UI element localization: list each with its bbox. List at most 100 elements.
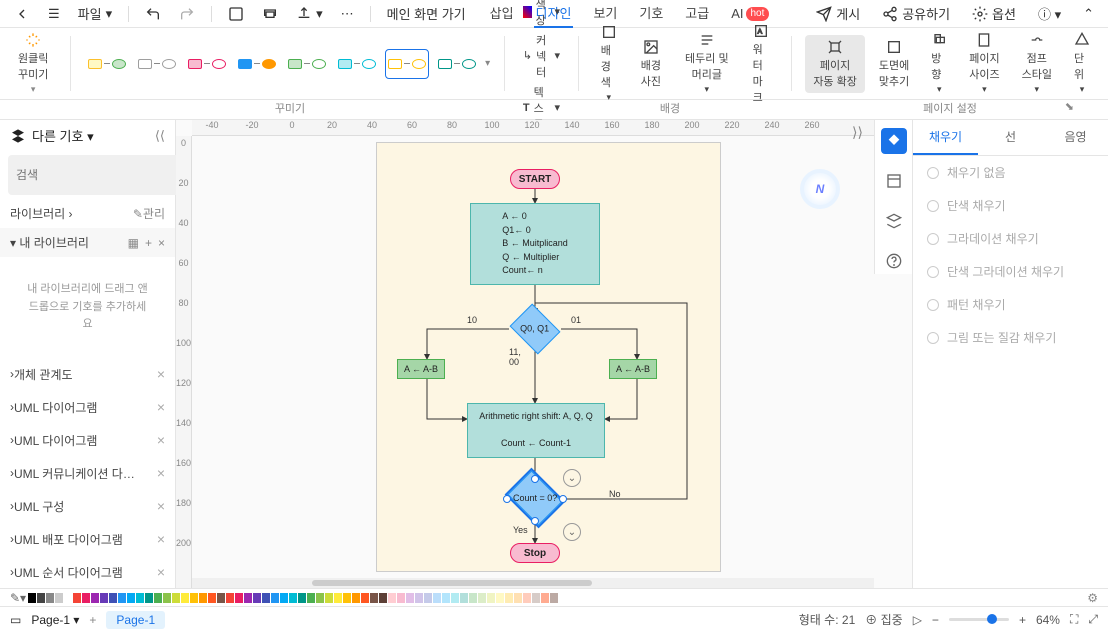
color-swatch[interactable] <box>163 593 171 603</box>
publish-button[interactable]: 게시 <box>810 1 866 26</box>
fit-screen-button[interactable]: ⛶ <box>1070 612 1078 627</box>
more-button[interactable]: ⋯ <box>335 3 360 25</box>
color-swatch[interactable] <box>550 593 558 603</box>
chevron-down-button[interactable]: ⌄ <box>563 469 581 487</box>
back-button[interactable] <box>8 3 36 25</box>
page-autoexpand-button[interactable]: 페이지 자동 확장 <box>805 35 865 93</box>
color-swatch[interactable] <box>262 593 270 603</box>
export-button[interactable]: ▾ <box>290 3 329 25</box>
node-add[interactable]: A ← A-B <box>609 359 657 379</box>
color-swatch[interactable] <box>127 593 135 603</box>
hamburger-icon[interactable]: ☰ <box>42 3 66 25</box>
color-dropdown[interactable]: 색상 ▾ <box>519 0 564 29</box>
color-swatch[interactable] <box>91 593 99 603</box>
color-swatch[interactable] <box>523 593 531 603</box>
color-swatch[interactable] <box>532 593 540 603</box>
color-swatch[interactable] <box>253 593 261 603</box>
color-swatch[interactable] <box>361 593 369 603</box>
shapes-dropdown[interactable]: 다른 기호 ▾ <box>32 126 94 145</box>
oneclick-decorate[interactable]: 원클릭 꾸미기 ▾ <box>10 28 56 99</box>
add-icon[interactable]: + <box>145 236 152 250</box>
tab-symbols[interactable]: 기호 <box>637 0 665 28</box>
cat-entity-relation[interactable]: › 개체 관계도× <box>0 358 175 391</box>
color-swatch[interactable] <box>469 593 477 603</box>
fill-option-1[interactable]: 단색 채우기 <box>913 189 1108 222</box>
color-swatch[interactable] <box>244 593 252 603</box>
cat-uml-sequence[interactable]: › UML 순서 다이어그램× <box>0 556 175 588</box>
color-swatch[interactable] <box>136 593 144 603</box>
undo-button[interactable] <box>139 3 167 25</box>
canvas-area[interactable]: -40-200204060801001201401601802002202402… <box>176 120 874 588</box>
color-swatch[interactable] <box>190 593 198 603</box>
theme-7[interactable] <box>385 49 429 79</box>
color-swatch[interactable] <box>100 593 108 603</box>
color-swatch[interactable] <box>64 593 72 603</box>
theme-more[interactable]: ▾ <box>485 58 490 69</box>
zoom-in-button[interactable]: + <box>1019 613 1026 627</box>
save-button[interactable] <box>222 3 250 25</box>
help-button[interactable]: ⓘ ▾ <box>1032 1 1067 26</box>
color-swatch[interactable] <box>307 593 315 603</box>
color-swatch[interactable] <box>541 593 549 603</box>
color-swatch[interactable] <box>55 593 63 603</box>
color-swatch[interactable] <box>280 593 288 603</box>
color-swatch[interactable] <box>505 593 513 603</box>
theme-3[interactable] <box>185 49 229 79</box>
color-swatch[interactable] <box>397 593 405 603</box>
connector-dropdown[interactable]: ↳ 커넥터 ▾ <box>519 31 564 81</box>
color-swatch[interactable] <box>298 593 306 603</box>
color-swatch[interactable] <box>37 593 45 603</box>
close-cat[interactable]: × <box>157 366 165 382</box>
color-swatch[interactable] <box>415 593 423 603</box>
cat-uml-1[interactable]: › UML 다이어그램× <box>0 391 175 424</box>
border-header-button[interactable]: 테두리 및 머리글▾ <box>677 28 737 99</box>
tab-advanced[interactable]: 고급 <box>683 0 711 28</box>
zoom-out-button[interactable]: − <box>932 613 939 627</box>
color-swatch[interactable] <box>370 593 378 603</box>
color-swatch[interactable] <box>145 593 153 603</box>
node-sub[interactable]: A ← A-B <box>397 359 445 379</box>
fill-option-0[interactable]: 채우기 없음 <box>913 156 1108 189</box>
color-swatch[interactable] <box>82 593 90 603</box>
color-swatch[interactable] <box>334 593 342 603</box>
eyedropper-button[interactable]: ✎▾ <box>10 591 26 605</box>
theme-4[interactable] <box>235 49 279 79</box>
close-cat[interactable]: × <box>157 564 165 580</box>
bg-image-button[interactable]: 배경 사진 <box>633 35 669 93</box>
node-stop[interactable]: Stop <box>510 543 560 563</box>
color-swatch[interactable] <box>181 593 189 603</box>
rp-tab-shadow[interactable]: 음영 <box>1043 120 1108 155</box>
redo-button[interactable] <box>173 3 201 25</box>
layers-tool-button[interactable] <box>881 208 907 234</box>
cat-uml-comm[interactable]: › UML 커뮤니케이션 다이어...× <box>0 457 175 490</box>
rp-tab-line[interactable]: 선 <box>978 120 1043 155</box>
canvas-page[interactable]: N START A ← 0 Q1← 0 B ← Muitplicand Q ← … <box>376 142 721 572</box>
library-dropzone[interactable]: 내 라이브러리에 드래그 앤 드롭으로 기호를 추가하세요 <box>16 263 159 352</box>
page-settings-launcher[interactable]: ⬊ <box>1065 100 1074 113</box>
watermark-button[interactable]: A워터마크 <box>745 19 777 109</box>
unit-button[interactable]: 단위▾ <box>1066 28 1098 99</box>
color-swatch[interactable] <box>451 593 459 603</box>
color-swatch[interactable] <box>208 593 216 603</box>
color-swatch[interactable] <box>406 593 414 603</box>
grid-icon[interactable]: ▦ <box>128 236 139 250</box>
color-swatch[interactable] <box>424 593 432 603</box>
close-mylib[interactable]: × <box>158 236 165 250</box>
file-menu[interactable]: 파일 ▾ <box>72 1 118 26</box>
close-cat[interactable]: × <box>157 432 165 448</box>
color-swatch[interactable] <box>460 593 468 603</box>
fill-tool-button[interactable] <box>881 128 907 154</box>
theme-5[interactable] <box>285 49 329 79</box>
tab-insert[interactable]: 삽입 <box>488 0 516 28</box>
color-swatch[interactable] <box>235 593 243 603</box>
node-shift[interactable]: Arithmetic right shift: A, Q, Q Count ← … <box>467 403 605 458</box>
collapse-ribbon-button[interactable]: ⌃ <box>1077 3 1100 25</box>
color-swatch[interactable] <box>388 593 396 603</box>
fullscreen-button[interactable]: ⤢ <box>1088 612 1098 627</box>
help-tool-button[interactable] <box>881 248 907 274</box>
fill-option-5[interactable]: 그림 또는 질감 채우기 <box>913 321 1108 354</box>
color-swatch[interactable] <box>28 593 36 603</box>
color-settings-button[interactable]: ⚙ <box>1087 591 1098 605</box>
fill-option-3[interactable]: 단색 그라데이션 채우기 <box>913 255 1108 288</box>
color-swatch[interactable] <box>226 593 234 603</box>
